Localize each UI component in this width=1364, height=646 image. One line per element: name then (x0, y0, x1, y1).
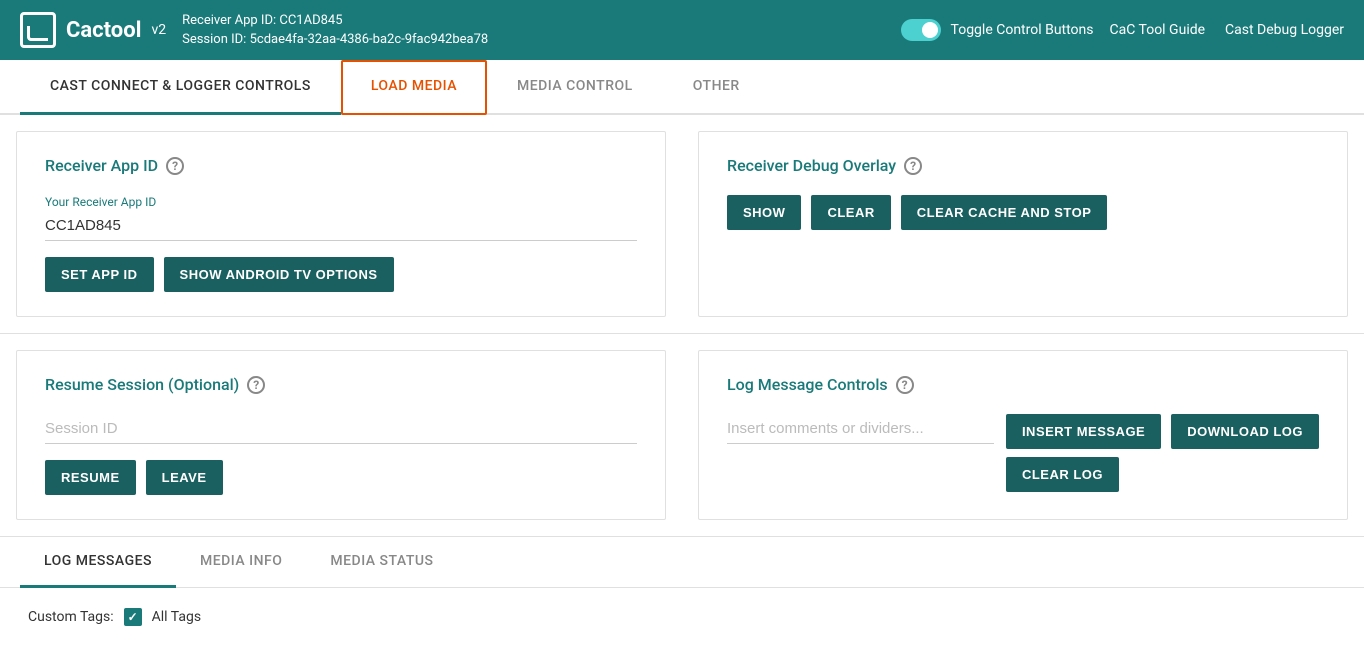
tab-log-messages[interactable]: LOG MESSAGES (20, 537, 176, 588)
session-id-label: Session ID: (182, 32, 246, 47)
cast-icon (20, 12, 56, 48)
bottom-panels-row: Resume Session (Optional) ? RESUME LEAVE… (0, 334, 1364, 537)
receiver-app-id-line: Receiver App ID: CC1AD845 (182, 11, 884, 31)
toggle-control-buttons[interactable] (901, 19, 941, 41)
app-header: Cactool v2 Receiver App ID: CC1AD845 Ses… (0, 0, 1364, 60)
logo-version: v2 (151, 22, 166, 38)
log-top-buttons: INSERT MESSAGE DOWNLOAD LOG (1006, 414, 1319, 449)
main-tabs: CAST CONNECT & LOGGER CONTROLS LOAD MEDI… (0, 60, 1364, 115)
show-android-tv-button[interactable]: SHOW ANDROID TV OPTIONS (164, 257, 394, 292)
receiver-app-buttons: SET APP ID SHOW ANDROID TV OPTIONS (45, 257, 637, 292)
session-id-value: 5cdae4fa-32aa-4386-ba2c-9fac942bea78 (250, 32, 489, 47)
top-panels-row: Receiver App ID ? Your Receiver App ID S… (0, 115, 1364, 334)
resume-session-help-icon[interactable]: ? (247, 376, 265, 394)
resume-session-title: Resume Session (Optional) ? (45, 375, 637, 394)
clear-log-button[interactable]: CLEAR LOG (1006, 457, 1119, 492)
cast-debug-logger-link[interactable]: Cast Debug Logger (1225, 22, 1344, 38)
tab-media-info[interactable]: MEDIA INFO (176, 537, 306, 588)
receiver-app-input-label: Your Receiver App ID (45, 195, 637, 209)
bottom-tabs: LOG MESSAGES MEDIA INFO MEDIA STATUS (0, 537, 1364, 588)
clear-cache-stop-button[interactable]: CLEAR CACHE AND STOP (901, 195, 1108, 230)
resume-session-panel: Resume Session (Optional) ? RESUME LEAVE (16, 350, 666, 520)
log-message-input[interactable] (727, 414, 994, 444)
toggle-area: Toggle Control Buttons (901, 19, 1094, 41)
set-app-id-button[interactable]: SET APP ID (45, 257, 154, 292)
receiver-app-id-value: CC1AD845 (279, 13, 342, 28)
cac-tool-guide-link[interactable]: CaC Tool Guide (1110, 22, 1206, 38)
tab-cast-connect[interactable]: CAST CONNECT & LOGGER CONTROLS (20, 60, 341, 115)
bottom-section: LOG MESSAGES MEDIA INFO MEDIA STATUS Cus… (0, 537, 1364, 646)
tab-media-control[interactable]: MEDIA CONTROL (487, 60, 663, 115)
clear-debug-button[interactable]: CLEAR (811, 195, 890, 230)
log-message-controls-panel: Log Message Controls ? INSERT MESSAGE DO… (698, 350, 1348, 520)
session-id-input[interactable] (45, 414, 637, 444)
app-logo: Cactool v2 (20, 12, 166, 48)
leave-button[interactable]: LEAVE (146, 460, 223, 495)
receiver-debug-help-icon[interactable]: ? (904, 157, 922, 175)
receiver-app-id-panel: Receiver App ID ? Your Receiver App ID S… (16, 131, 666, 317)
log-message-help-icon[interactable]: ? (896, 376, 914, 394)
resume-session-buttons: RESUME LEAVE (45, 460, 637, 495)
log-message-title: Log Message Controls ? (727, 375, 1319, 394)
logo-text: Cactool (66, 18, 141, 43)
receiver-app-id-help-icon[interactable]: ? (166, 157, 184, 175)
session-id-line: Session ID: 5cdae4fa-32aa-4386-ba2c-9fac… (182, 30, 884, 50)
all-tags-label: All Tags (152, 609, 201, 625)
receiver-app-id-label: Receiver App ID: (182, 13, 276, 28)
show-debug-button[interactable]: SHOW (727, 195, 801, 230)
tab-media-status[interactable]: MEDIA STATUS (306, 537, 457, 588)
header-info: Receiver App ID: CC1AD845 Session ID: 5c… (182, 11, 884, 50)
toggle-label: Toggle Control Buttons (951, 22, 1094, 38)
receiver-app-id-input[interactable] (45, 211, 637, 241)
custom-tags-label: Custom Tags: (28, 609, 114, 625)
download-log-button[interactable]: DOWNLOAD LOG (1171, 414, 1319, 449)
receiver-debug-buttons: SHOW CLEAR CLEAR CACHE AND STOP (727, 195, 1319, 230)
receiver-debug-title: Receiver Debug Overlay ? (727, 156, 1319, 175)
insert-message-button[interactable]: INSERT MESSAGE (1006, 414, 1161, 449)
bottom-content: Custom Tags: All Tags (0, 588, 1364, 646)
resume-button[interactable]: RESUME (45, 460, 136, 495)
custom-tags-row: Custom Tags: All Tags (28, 608, 1336, 626)
header-links: CaC Tool Guide Cast Debug Logger (1110, 22, 1345, 38)
all-tags-checkbox[interactable] (124, 608, 142, 626)
tab-load-media[interactable]: LOAD MEDIA (341, 60, 487, 115)
receiver-debug-overlay-panel: Receiver Debug Overlay ? SHOW CLEAR CLEA… (698, 131, 1348, 317)
receiver-app-id-title: Receiver App ID ? (45, 156, 637, 175)
main-content: Receiver App ID ? Your Receiver App ID S… (0, 115, 1364, 537)
tab-other[interactable]: OTHER (663, 60, 770, 115)
